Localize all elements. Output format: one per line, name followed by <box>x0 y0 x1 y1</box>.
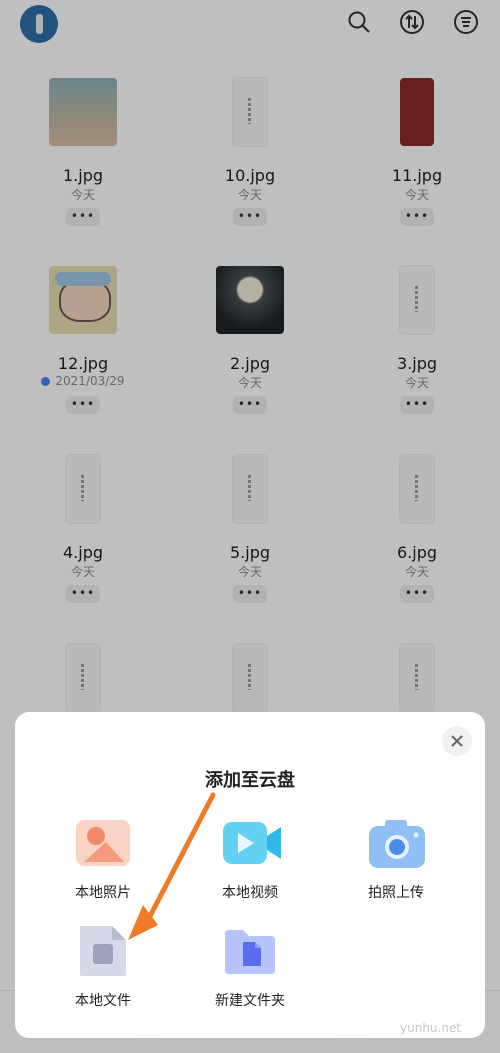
take-photo-option[interactable]: 拍照上传 <box>321 816 471 906</box>
local-video-label: 本地视频 <box>222 885 278 901</box>
local-file-option[interactable]: 本地文件 <box>28 924 178 1014</box>
video-icon <box>223 816 281 870</box>
local-file-label: 本地文件 <box>75 993 131 1009</box>
photo-icon <box>76 816 130 870</box>
local-photo-label: 本地照片 <box>75 885 131 901</box>
close-button[interactable] <box>442 726 472 756</box>
camera-icon <box>369 816 425 870</box>
new-folder-option[interactable]: 新建文件夹 <box>175 924 325 1014</box>
folder-icon <box>223 924 277 978</box>
add-to-cloud-sheet: 添加至云盘 本地照片 本地视频 拍照上传 本地文件 新建文件夹 <box>15 712 485 1038</box>
watermark: yunhu.net <box>400 1021 462 1035</box>
close-icon <box>451 735 463 747</box>
local-video-option[interactable]: 本地视频 <box>175 816 325 906</box>
local-photo-option[interactable]: 本地照片 <box>28 816 178 906</box>
take-photo-label: 拍照上传 <box>368 885 424 901</box>
new-folder-label: 新建文件夹 <box>215 993 285 1009</box>
file-icon <box>76 924 130 978</box>
sheet-title: 添加至云盘 <box>205 770 295 791</box>
